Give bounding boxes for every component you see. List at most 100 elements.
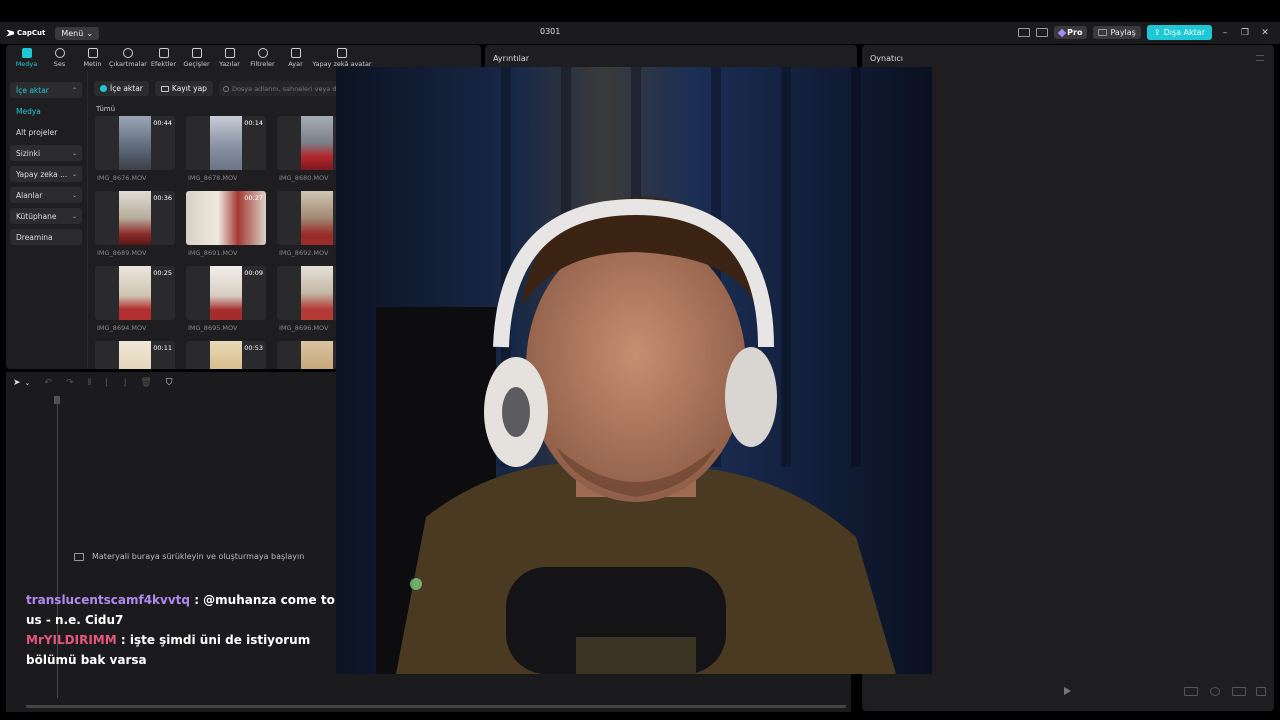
aspect-ratio-icon[interactable] — [1184, 687, 1198, 696]
nav-label: Yapay zeka ... — [16, 169, 68, 179]
tool-media[interactable]: Medya — [10, 45, 43, 71]
media-duration: 00:14 — [244, 119, 263, 127]
timeline-scrollbar[interactable] — [26, 705, 846, 708]
import-label: İçe aktar — [110, 84, 143, 93]
media-item[interactable]: 00:44 IMG_8676.MOV — [95, 116, 175, 187]
title-bar: CapCut Menü ⌄ 0301 Pro Paylaş ⇪ Dışa Akt… — [0, 22, 1280, 44]
plus-icon — [100, 85, 107, 92]
media-item[interactable]: 00:09 IMG_8695.MOV — [186, 266, 266, 337]
media-item[interactable]: 00:25 IMG_8694.MOV — [95, 266, 175, 337]
tool-audio[interactable]: Ses — [43, 45, 76, 71]
media-item[interactable]: 00:53 — [186, 341, 266, 369]
select-cursor-icon[interactable]: ➤ — [13, 378, 21, 388]
panel-divider — [87, 71, 88, 369]
app-name: CapCut — [17, 29, 46, 37]
menu-button[interactable]: Menü ⌄ — [55, 26, 100, 40]
filter-all[interactable]: Tümü — [96, 105, 115, 113]
tool-label: Çıkartmalar — [109, 60, 147, 68]
nav-sub-projects[interactable]: Alt projeler — [10, 124, 82, 140]
nav-yours[interactable]: Sizinki ⌄ — [10, 145, 82, 161]
media-duration: 00:53 — [244, 344, 263, 352]
media-thumbnail: 00:25 — [95, 266, 175, 320]
details-panel: Ayrıntılar — [485, 45, 857, 67]
share-button[interactable]: Paylaş — [1093, 26, 1141, 39]
zoom-icon[interactable] — [1210, 687, 1220, 696]
record-label: Kayıt yap — [171, 84, 207, 93]
chevron-down-icon: ⌄ — [71, 191, 77, 199]
import-row: İçe aktar Kayıt yap Dosya adlarını, sahn… — [94, 81, 359, 96]
media-filename: IMG_8689.MOV — [97, 249, 147, 257]
chat-username: MrYILDIRIMM — [26, 633, 117, 647]
chevron-down-icon[interactable]: ⌄ — [25, 379, 31, 387]
media-filename: IMG_8678.MOV — [188, 174, 238, 182]
tool-stickers[interactable]: Çıkartmalar — [109, 45, 147, 71]
media-item[interactable]: 00:27 IMG_8691.MOV — [186, 191, 266, 262]
nav-label: Alt projeler — [16, 127, 58, 137]
tool-filters[interactable]: Filtreler — [246, 45, 279, 71]
nav-library[interactable]: Kütüphane ⌄ — [10, 208, 82, 224]
redo-icon[interactable]: ↷ — [66, 378, 74, 388]
media-item[interactable]: 00:36 IMG_8689.MOV — [95, 191, 175, 262]
media-thumbnail: 00:14 — [186, 116, 266, 170]
tool-text[interactable]: Metin — [76, 45, 109, 71]
delete-icon[interactable]: 🗑 — [140, 378, 151, 388]
chat-message: MrYILDIRIMM : işte şimdi üni de istiyoru… — [26, 630, 346, 670]
nav-spaces[interactable]: Alanlar ⌄ — [10, 187, 82, 203]
tool-label: Yazılar — [219, 60, 240, 68]
media-thumbnail: 00:27 — [186, 191, 266, 245]
record-button[interactable]: Kayıt yap — [154, 81, 213, 96]
tool-adjust[interactable]: Ayar — [279, 45, 312, 71]
media-grid: 00:44 IMG_8676.MOV 00:14 IMG_8678.MOV IMG_… — [95, 116, 357, 369]
media-item[interactable]: 00:11 — [95, 341, 175, 369]
media-duration: 00:44 — [153, 119, 172, 127]
split-right-icon[interactable]: ⌋ — [123, 378, 127, 388]
media-item[interactable]: 00:14 IMG_8678.MOV — [186, 116, 266, 187]
nav-dreamina[interactable]: Dreamina — [10, 229, 82, 245]
drop-hint-text: Materyali buraya sürükleyin ve oluşturma… — [92, 552, 305, 561]
nav-label: Medya — [16, 106, 41, 116]
close-icon[interactable]: ✕ — [1258, 28, 1272, 38]
play-icon[interactable] — [1064, 687, 1071, 695]
share-label: Paylaş — [1110, 28, 1136, 37]
restore-icon[interactable]: ❐ — [1238, 28, 1252, 38]
media-thumbnail: 00:09 — [186, 266, 266, 320]
filters-icon — [257, 48, 268, 58]
nav-label: İçe aktar — [16, 85, 49, 95]
tool-label: Medya — [15, 60, 38, 68]
player-title: Oynatıcı — [870, 54, 903, 63]
menu-label: Menü — [61, 28, 84, 38]
details-title: Ayrıntılar — [493, 54, 530, 63]
transitions-icon — [191, 48, 202, 58]
layout-icon[interactable] — [1018, 28, 1031, 37]
menu-icon[interactable] — [1256, 55, 1264, 61]
undo-icon[interactable]: ↶ — [44, 378, 52, 388]
shield-icon[interactable]: ⛉ — [166, 378, 173, 388]
minimize-icon[interactable]: – — [1218, 28, 1232, 38]
chevron-up-icon: ⌃ — [71, 86, 77, 94]
tool-label: Filtreler — [250, 60, 275, 68]
export-icon: ⇪ — [1153, 28, 1161, 37]
media-filename: IMG_8695.MOV — [188, 324, 238, 332]
ai-avatar-icon — [337, 48, 347, 58]
media-duration: 00:36 — [153, 194, 172, 202]
nav-ai[interactable]: Yapay zeka ... ⌄ — [10, 166, 82, 182]
chevron-down-icon: ⌄ — [71, 170, 77, 178]
nav-import[interactable]: İçe aktar ⌃ — [10, 82, 82, 98]
import-button[interactable]: İçe aktar — [94, 81, 149, 96]
export-button[interactable]: ⇪ Dışa Aktar — [1146, 25, 1212, 40]
split-icon[interactable]: ⫴ — [88, 378, 92, 388]
media-thumbnail: 00:36 — [95, 191, 175, 245]
tool-effects[interactable]: Efektler — [147, 45, 180, 71]
split-left-icon[interactable]: ⌊ — [105, 378, 109, 388]
tool-transitions[interactable]: Geçişler — [180, 45, 213, 71]
pro-button[interactable]: Pro — [1054, 26, 1088, 39]
nav-media[interactable]: Medya — [10, 103, 82, 119]
effects-icon — [158, 48, 169, 58]
pro-label: Pro — [1067, 28, 1083, 37]
ratio-icon[interactable] — [1232, 687, 1246, 696]
shortcuts-icon[interactable] — [1036, 28, 1049, 37]
gem-icon — [1057, 28, 1067, 37]
webcam-image — [336, 67, 932, 674]
tool-captions[interactable]: Yazılar — [213, 45, 246, 71]
fullscreen-icon[interactable] — [1256, 687, 1266, 696]
